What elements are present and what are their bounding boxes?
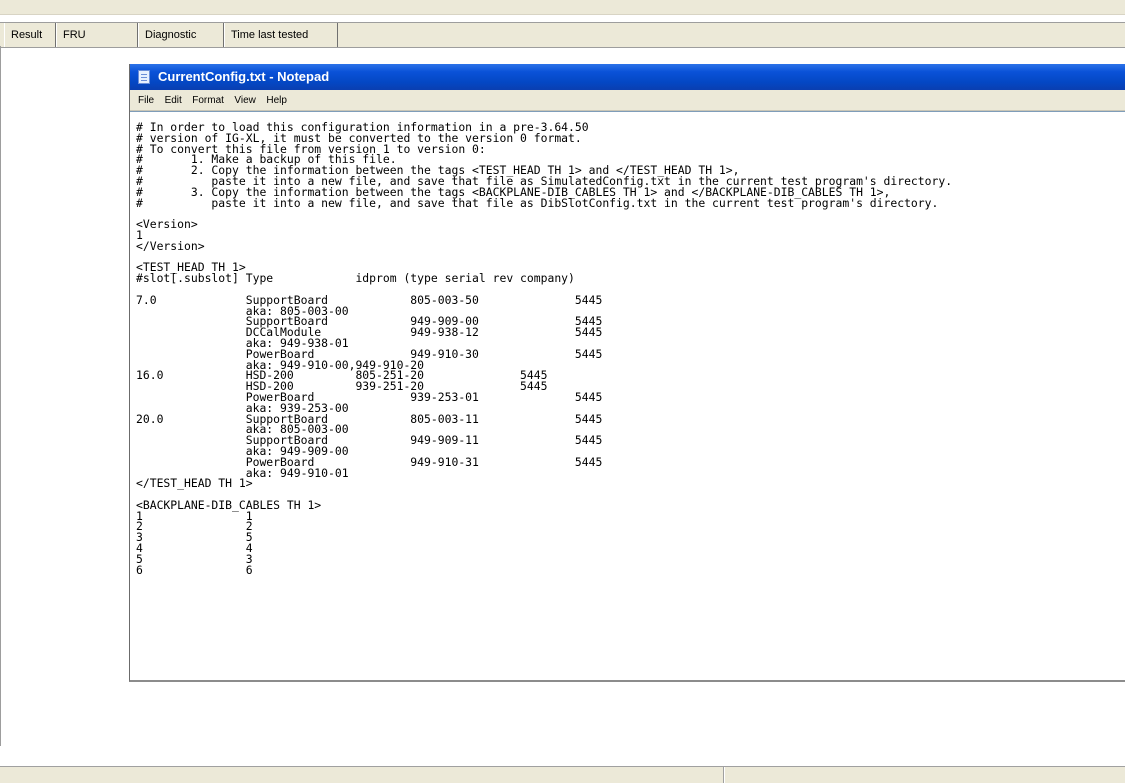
notepad-text-area[interactable]: # In order to load this configuration in… bbox=[130, 111, 1125, 680]
menu-format[interactable]: Format bbox=[188, 91, 226, 111]
notepad-title: CurrentConfig.txt - Notepad bbox=[158, 69, 330, 84]
menu-edit[interactable]: Edit bbox=[161, 91, 184, 111]
column-header-time-last-tested[interactable]: Time last tested bbox=[224, 23, 338, 47]
notepad-window[interactable]: CurrentConfig.txt - Notepad File Edit Fo… bbox=[129, 64, 1125, 682]
menu-file[interactable]: File bbox=[134, 91, 156, 111]
notepad-menu-bar: File Edit Format View Help bbox=[130, 90, 1125, 111]
status-bar bbox=[0, 766, 1125, 783]
menu-view[interactable]: View bbox=[230, 91, 258, 111]
column-header-fru[interactable]: FRU bbox=[56, 23, 138, 47]
status-bar-divider bbox=[723, 767, 724, 783]
menu-help[interactable]: Help bbox=[262, 91, 289, 111]
notepad-icon[interactable] bbox=[138, 70, 150, 84]
column-header-diagnostic[interactable]: Diagnostic bbox=[138, 23, 224, 47]
top-toolbar-strip bbox=[0, 0, 1125, 15]
results-list-border bbox=[0, 46, 1, 746]
results-table-header: Result FRU Diagnostic Time last tested bbox=[0, 22, 1125, 48]
notepad-title-bar[interactable]: CurrentConfig.txt - Notepad bbox=[130, 64, 1125, 90]
column-header-result[interactable]: Result bbox=[4, 23, 56, 47]
notepad-file-content[interactable]: # In order to load this configuration in… bbox=[136, 121, 952, 575]
